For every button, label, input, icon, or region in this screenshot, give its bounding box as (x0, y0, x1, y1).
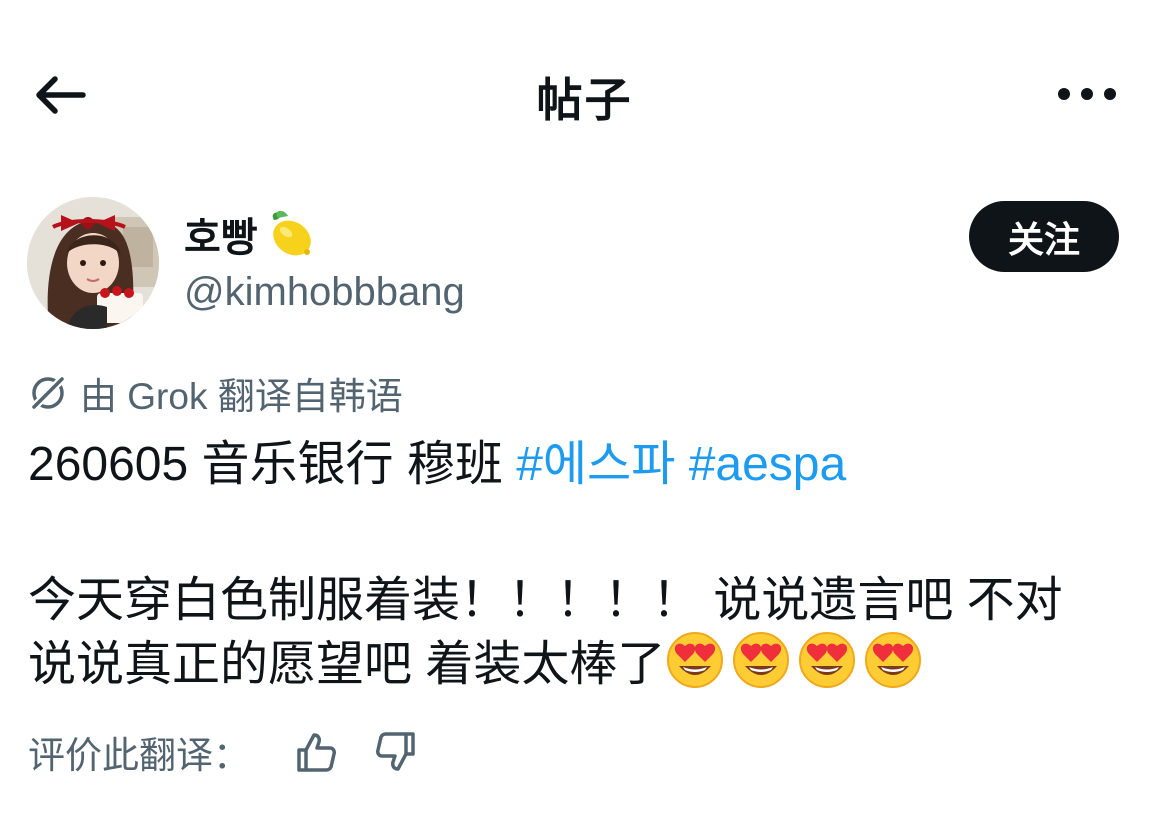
emoji-group (665, 632, 929, 691)
post-line-3-text: 说说真正的愿望吧 着装太棒了 (28, 638, 666, 691)
translation-label: 由 Grok 翻译自韩语 (80, 376, 403, 417)
rate-translation-row: 评价此翻译： (28, 724, 422, 780)
heart-eyes-emoji (733, 632, 790, 688)
avatar[interactable] (27, 197, 159, 329)
post-line-1-text: 260605 音乐银行 穆班 (28, 438, 517, 491)
lemon-icon (272, 210, 311, 256)
display-name[interactable]: 호빵 (184, 206, 316, 262)
profile-photo (27, 197, 159, 329)
top-bar: 帖子 (0, 0, 1169, 190)
post-line-1: 260605 音乐银行 穆班 #에스파 #aespa (28, 436, 1138, 494)
rate-translation-label: 评价此翻译： (28, 735, 250, 776)
page-title: 帖子 (536, 74, 633, 126)
follow-button[interactable]: 关注 (969, 201, 1119, 272)
more-options-button[interactable] (1055, 76, 1119, 112)
more-horizontal-icon (1058, 88, 1116, 100)
heart-eyes-emoji (667, 632, 724, 688)
post-line-2: 今天穿白色制服着装！！！！！ 说说遗言吧 不对 (28, 574, 1063, 627)
post-line-3: 说说真正的愿望吧 着装太棒了 (28, 630, 1138, 691)
hashtag-link[interactable]: #에스파 (516, 438, 675, 491)
translation-notice: 由 Grok 翻译自韩语 (26, 366, 403, 420)
heart-eyes-emoji (865, 632, 922, 688)
thumbs-down-icon (376, 732, 415, 771)
hashtag-link[interactable]: #aespa (689, 438, 846, 491)
thumbs-down-button[interactable] (372, 727, 422, 777)
thumbs-up-icon (297, 733, 336, 772)
post-text: 260605 音乐银行 穆班 #에스파 #aespa 今天穿白色制服着装！！！！… (28, 436, 1138, 691)
user-handle[interactable]: @kimhobbbang (184, 266, 465, 318)
thumbs-up-button[interactable] (290, 727, 340, 777)
translate-icon (29, 374, 67, 412)
display-name-text: 호빵 (184, 216, 258, 260)
heart-eyes-emoji (799, 632, 856, 688)
